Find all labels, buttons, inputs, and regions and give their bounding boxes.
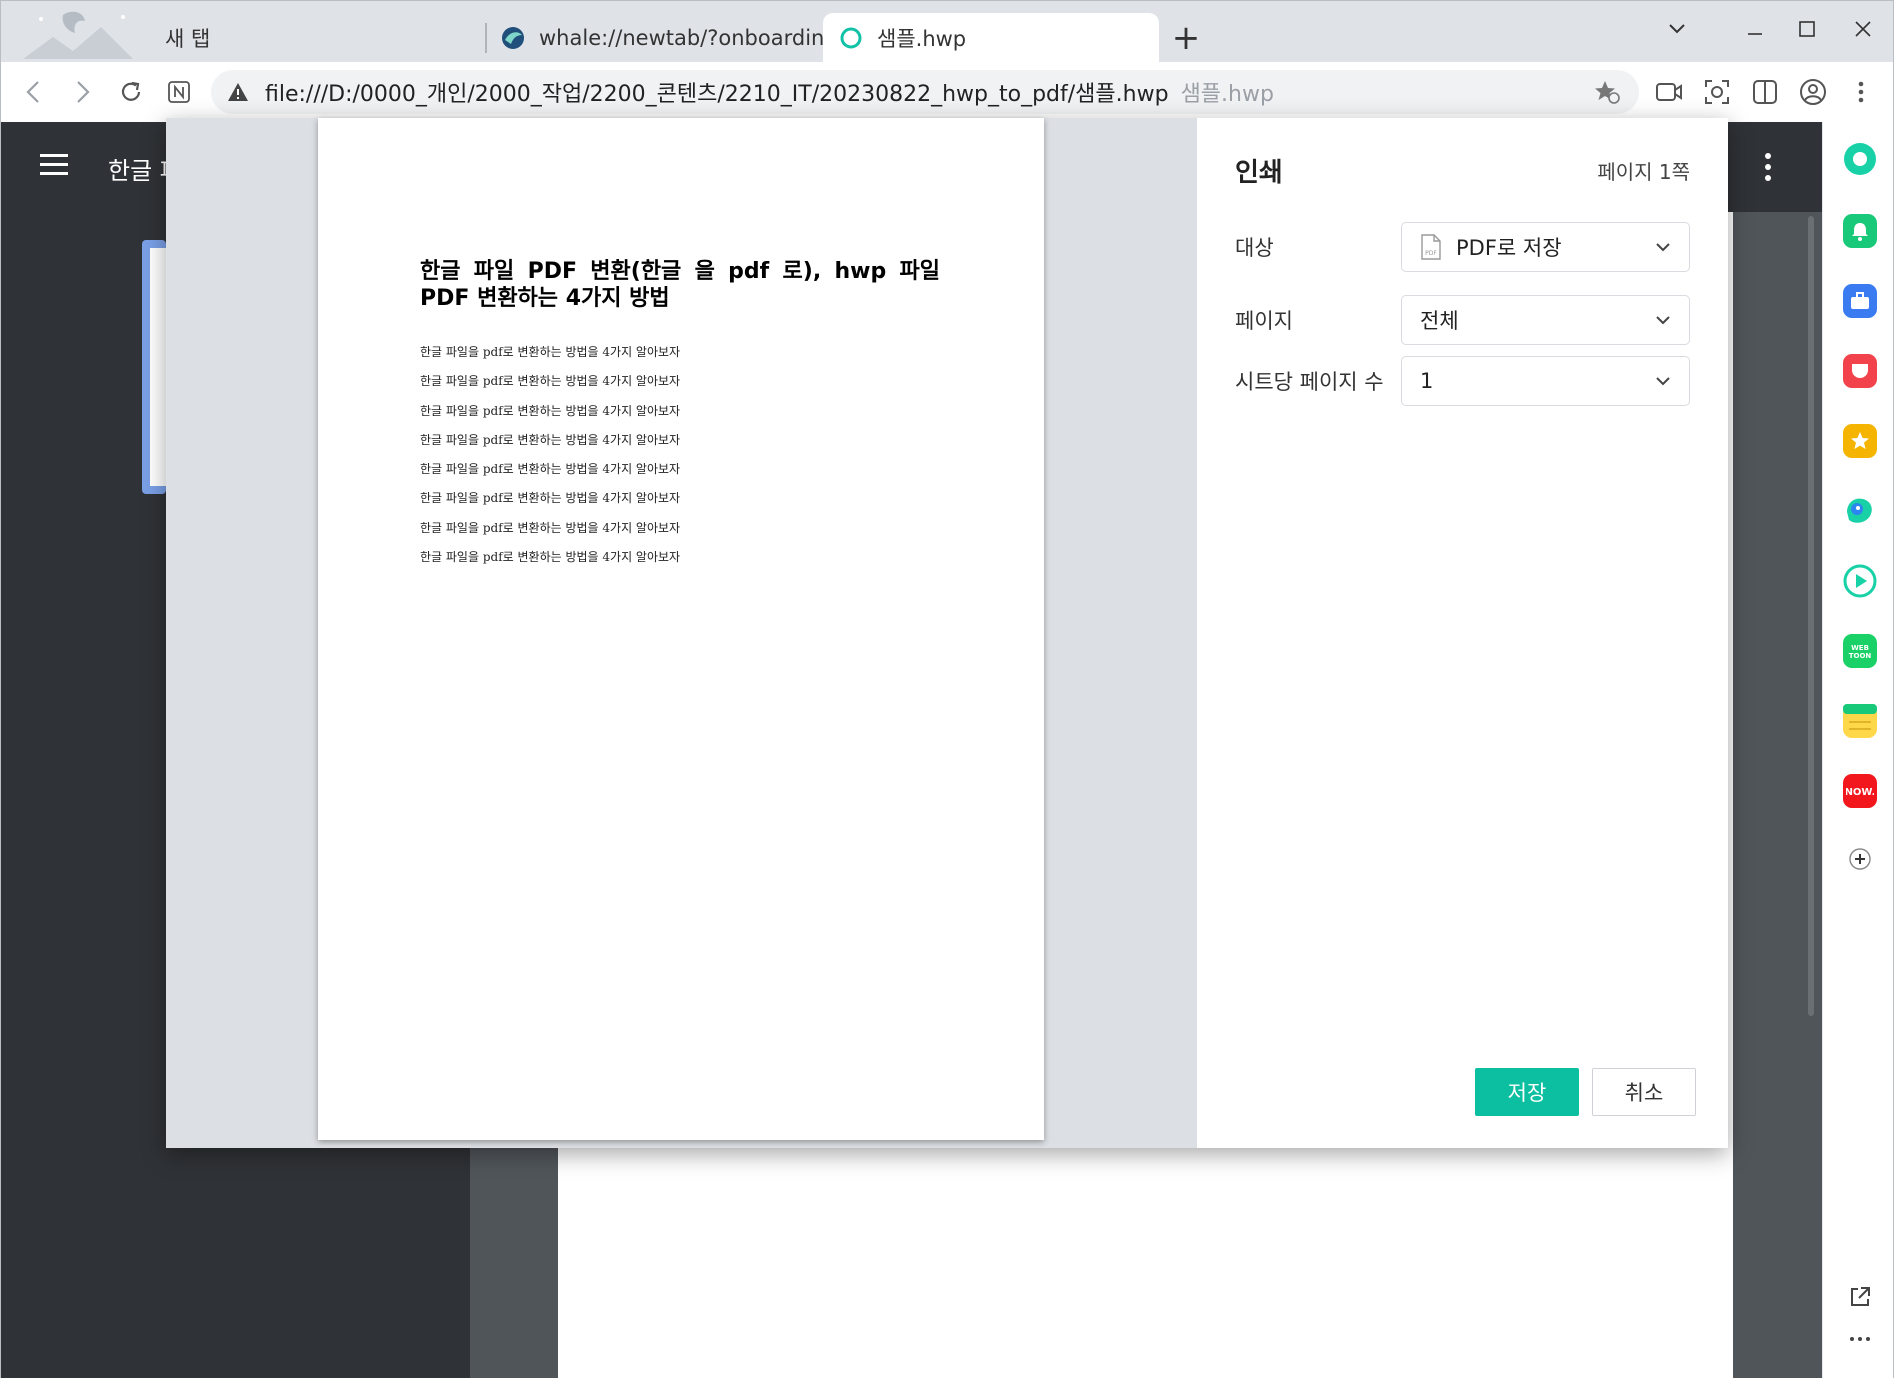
toolbox-icon[interactable]: [1843, 284, 1877, 318]
pages-per-sheet-select[interactable]: 1: [1401, 356, 1690, 406]
pages-label: 페이지: [1235, 309, 1293, 333]
close-window-icon[interactable]: [1845, 11, 1881, 47]
save-button[interactable]: 저장: [1475, 1068, 1579, 1116]
svg-text:WEB: WEB: [1851, 644, 1869, 652]
svg-text:NOW.: NOW.: [1846, 787, 1874, 798]
split-view-icon[interactable]: [1749, 76, 1781, 108]
preview-body-line: 한글 파일을 pdf로 변환하는 방법을 4가지 알아보자: [420, 374, 681, 389]
reload-icon[interactable]: [115, 76, 147, 108]
destination-row: 대상 PDF PDF로 저장: [1235, 222, 1690, 272]
preview-body-line: 한글 파일을 pdf로 변환하는 방법을 4가지 알아보자: [420, 520, 681, 535]
favorites-star-icon[interactable]: [1843, 424, 1877, 458]
add-sidebar-app-plus-icon[interactable]: [1843, 842, 1877, 876]
browser-menu-kebab-icon[interactable]: [1845, 76, 1877, 108]
minimize-icon[interactable]: [1737, 11, 1773, 47]
capture-icon[interactable]: [1701, 76, 1733, 108]
browser-toolbar: file:///D:/0000_개인/2000_작업/2200_콘텐츠/2210…: [0, 62, 1894, 122]
pages-per-sheet-label: 시트당 페이지 수: [1235, 370, 1384, 394]
webtoon-icon[interactable]: WEB TOON: [1843, 634, 1877, 668]
pdf-file-icon: PDF: [1421, 234, 1441, 260]
open-external-icon[interactable]: [1843, 1280, 1877, 1314]
viewer-document-page: [558, 1140, 1733, 1378]
bookmark-star-icon[interactable]: [1593, 78, 1621, 106]
svg-text:TOON: TOON: [1849, 652, 1872, 660]
pocket-icon[interactable]: [1843, 354, 1877, 388]
viewer-more-kebab-icon[interactable]: [1757, 153, 1779, 181]
print-settings-panel: 인쇄 페이지 1쪽 대상 PDF PDF로 저장 페이지 전체 시트당 페이지 …: [1197, 118, 1728, 1148]
loading-circle-icon: [840, 27, 862, 49]
video-icon[interactable]: [1653, 76, 1685, 108]
pages-per-sheet-value: 1: [1420, 369, 1434, 393]
forward-arrow-icon[interactable]: [67, 76, 99, 108]
destination-value: PDF로 저장: [1456, 236, 1562, 260]
whale-icon: [502, 27, 524, 49]
preview-body-text: 한글 파일을 pdf로 변환하는 방법을 4가지 알아보자 한글 파일을 pdf…: [420, 338, 680, 572]
papago-translate-icon[interactable]: [1843, 494, 1877, 528]
chevron-down-icon: [1656, 377, 1670, 386]
pages-value: 전체: [1420, 309, 1459, 333]
green-dot-icon[interactable]: [1843, 142, 1877, 176]
print-dialog: 한글 파일 PDF 변환(한글 을 pdf 로), hwp 파일 PDF 변환하…: [166, 118, 1728, 1148]
pages-per-sheet-row: 시트당 페이지 수 1: [1235, 356, 1690, 406]
destination-label: 대상: [1235, 236, 1274, 260]
page-title-hint: 샘플.hwp: [1180, 82, 1274, 107]
print-page-count: 페이지 1쪽: [1597, 160, 1690, 184]
naver-n-icon[interactable]: [163, 76, 195, 108]
new-tab-plus-icon[interactable]: +: [1169, 21, 1203, 55]
preview-body-line: 한글 파일을 pdf로 변환하는 방법을 4가지 알아보자: [420, 491, 681, 506]
chevron-down-icon: [1656, 316, 1670, 325]
tab-label: 새 탭: [165, 27, 211, 51]
preview-title-line-2: PDF 변환하는 4가지 방법: [420, 286, 670, 311]
preview-body-line: 한글 파일을 pdf로 변환하는 방법을 4가지 알아보자: [420, 432, 681, 447]
preview-body-line: 한글 파일을 pdf로 변환하는 방법을 4가지 알아보자: [420, 403, 681, 418]
url-text: file:///D:/0000_개인/2000_작업/2200_콘텐츠/2210…: [265, 82, 1169, 107]
maximize-icon[interactable]: [1789, 11, 1825, 47]
tab-separator: [485, 23, 487, 53]
preview-title-line-1: 한글 파일 PDF 변환(한글 을 pdf 로), hwp 파일: [420, 259, 940, 284]
destination-select[interactable]: PDF PDF로 저장: [1401, 222, 1690, 272]
media-play-icon[interactable]: [1843, 564, 1877, 598]
sidebar-more-dots-icon[interactable]: [1843, 1322, 1877, 1356]
preview-body-line: 한글 파일을 pdf로 변환하는 방법을 4가지 알아보자: [420, 550, 681, 565]
whale-sidebar: WEB TOON NOW.: [1822, 122, 1894, 1378]
hamburger-menu-icon[interactable]: [40, 154, 68, 176]
notification-bell-icon[interactable]: [1843, 214, 1877, 248]
not-secure-warning-icon[interactable]: [225, 79, 251, 105]
profile-icon[interactable]: [1797, 76, 1829, 108]
tab-onboarding[interactable]: whale://newtab/?onboarding: [501, 13, 838, 63]
tab-list-chevron-icon[interactable]: [1659, 11, 1695, 47]
tab-sample-hwp[interactable]: 샘플.hwp: [823, 13, 1159, 63]
print-title: 인쇄: [1235, 158, 1283, 188]
now-icon[interactable]: NOW.: [1843, 774, 1877, 808]
whale-logo-decoration: [23, 11, 133, 59]
notes-icon[interactable]: [1843, 704, 1877, 738]
chevron-down-icon: [1656, 243, 1670, 252]
tab-strip: 새 탭 whale://newtab/?onboarding 샘플.hwp +: [0, 0, 1894, 63]
cancel-button[interactable]: 취소: [1592, 1068, 1696, 1116]
tab-label: whale://newtab/?onboarding: [539, 26, 838, 50]
pages-row: 페이지 전체: [1235, 295, 1690, 345]
tab-new-tab[interactable]: 새 탭: [165, 13, 210, 63]
preview-document-title: 한글 파일 PDF 변환(한글 을 pdf 로), hwp 파일 PDF 변환하…: [420, 258, 940, 312]
print-preview-area: 한글 파일 PDF 변환(한글 을 pdf 로), hwp 파일 PDF 변환하…: [166, 118, 1197, 1148]
svg-text:PDF: PDF: [1425, 250, 1437, 257]
back-arrow-icon[interactable]: [17, 76, 49, 108]
viewer-scrollbar[interactable]: [1808, 216, 1814, 1016]
preview-body-line: 한글 파일을 pdf로 변환하는 방법을 4가지 알아보자: [420, 345, 681, 359]
preview-body-line: 한글 파일을 pdf로 변환하는 방법을 4가지 알아보자: [420, 462, 681, 477]
print-preview-page: 한글 파일 PDF 변환(한글 을 pdf 로), hwp 파일 PDF 변환하…: [318, 118, 1044, 1140]
address-bar[interactable]: file:///D:/0000_개인/2000_작업/2200_콘텐츠/2210…: [211, 70, 1639, 114]
pages-select[interactable]: 전체: [1401, 295, 1690, 345]
tab-label: 샘플.hwp: [877, 27, 967, 51]
selected-page-thumbnail[interactable]: [142, 240, 166, 494]
